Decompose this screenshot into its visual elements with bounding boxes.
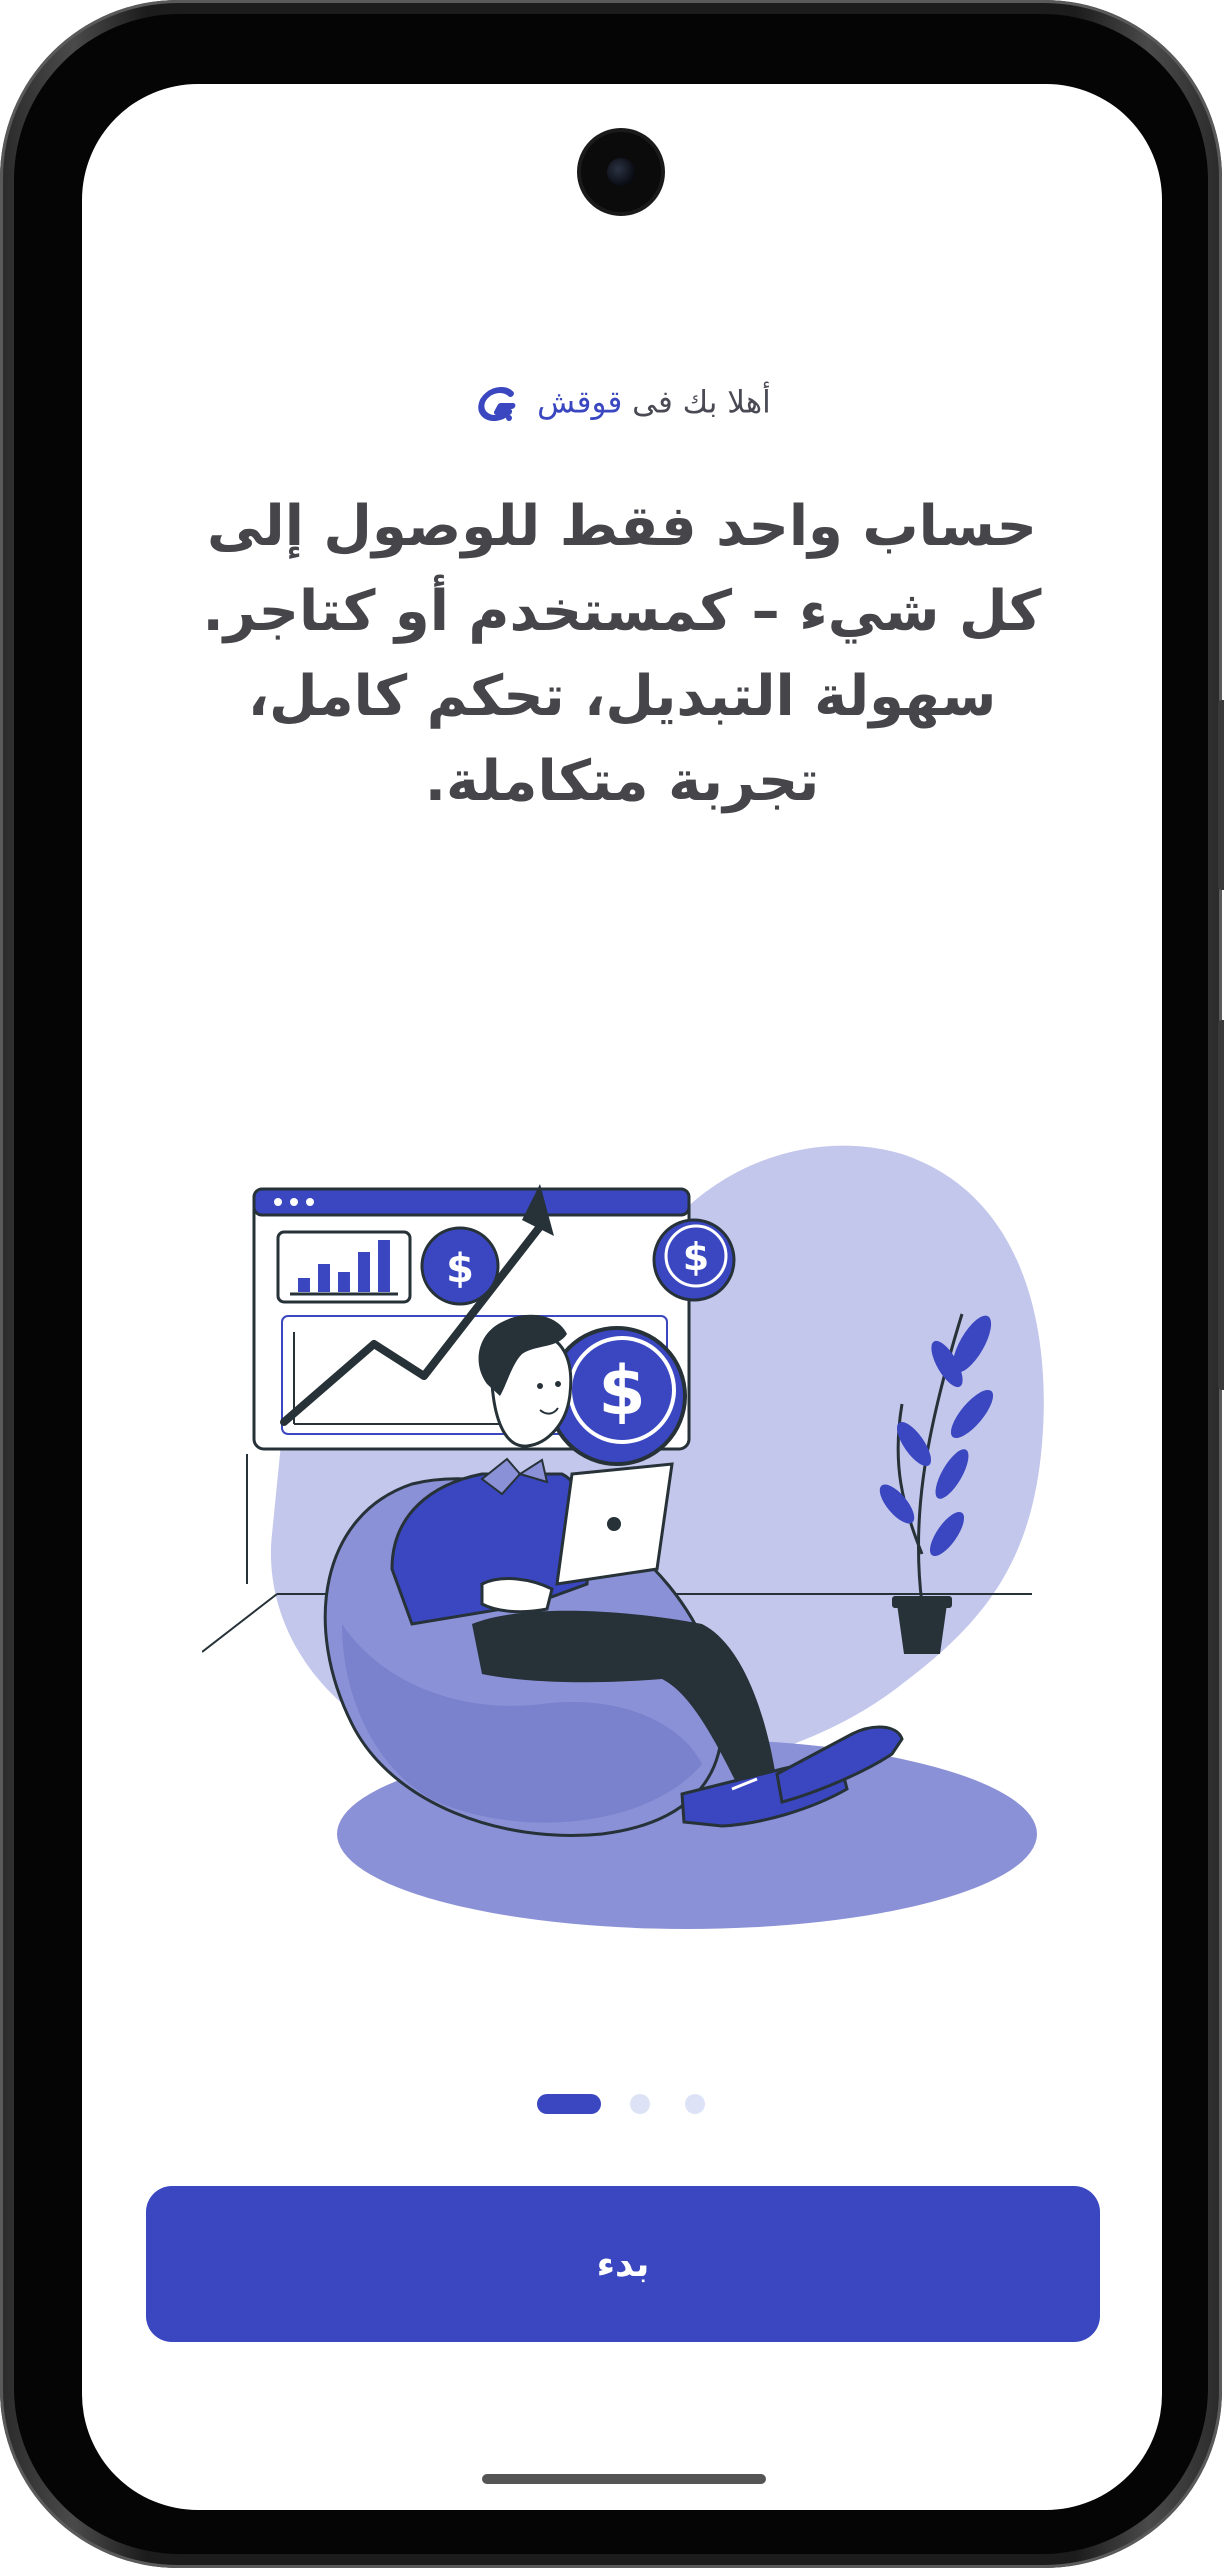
welcome-prefix: أهلا بك فى: [632, 384, 771, 421]
headline-line-1: حساب واحد فقط للوصول إلى: [207, 494, 1037, 559]
volume-button: [1218, 700, 1224, 890]
headline-line-2: كل شيء – كمستخدم أو كتاجر.: [202, 579, 1042, 644]
brand-name: قوقش: [537, 384, 623, 421]
pagination-dot[interactable]: [630, 2094, 650, 2114]
app-screen: أهلا بك فى قوقش حساب واحد فقط للوصول إلى…: [82, 84, 1162, 2510]
welcome-line: أهلا بك فى قوقش: [82, 384, 1162, 424]
brand-logo-icon: [478, 387, 516, 422]
pagination-dot-active[interactable]: [537, 2094, 601, 2114]
phone-frame: أهلا بك فى قوقش حساب واحد فقط للوصول إلى…: [0, 0, 1224, 2568]
home-indicator[interactable]: [482, 2474, 766, 2484]
headline-line-4: تجربة متكاملة.: [424, 749, 820, 814]
pagination-dot[interactable]: [685, 2094, 705, 2114]
headline: حساب واحد فقط للوصول إلى كل شيء – كمستخد…: [172, 484, 1072, 824]
floor-line-left: [202, 1593, 278, 1653]
device-mockup: أهلا بك فى قوقش حساب واحد فقط للوصول إلى…: [0, 0, 1224, 2570]
power-button: [1218, 1020, 1224, 1390]
start-button[interactable]: بدء: [146, 2186, 1100, 2342]
svg-text:$: $: [446, 1246, 474, 1292]
svg-text:$: $: [598, 1352, 645, 1431]
phone-bezel: أهلا بك فى قوقش حساب واحد فقط للوصول إلى…: [14, 14, 1208, 2554]
onboarding-illustration: $ $ $: [202, 1145, 1044, 1929]
front-camera: [581, 132, 661, 212]
dollar-coin-icon: $: [652, 1218, 736, 1302]
headline-line-3: سهولة التبديل، تحكم كامل،: [247, 664, 997, 729]
svg-text:$: $: [683, 1235, 709, 1279]
dollar-coin-icon: $: [420, 1226, 500, 1306]
